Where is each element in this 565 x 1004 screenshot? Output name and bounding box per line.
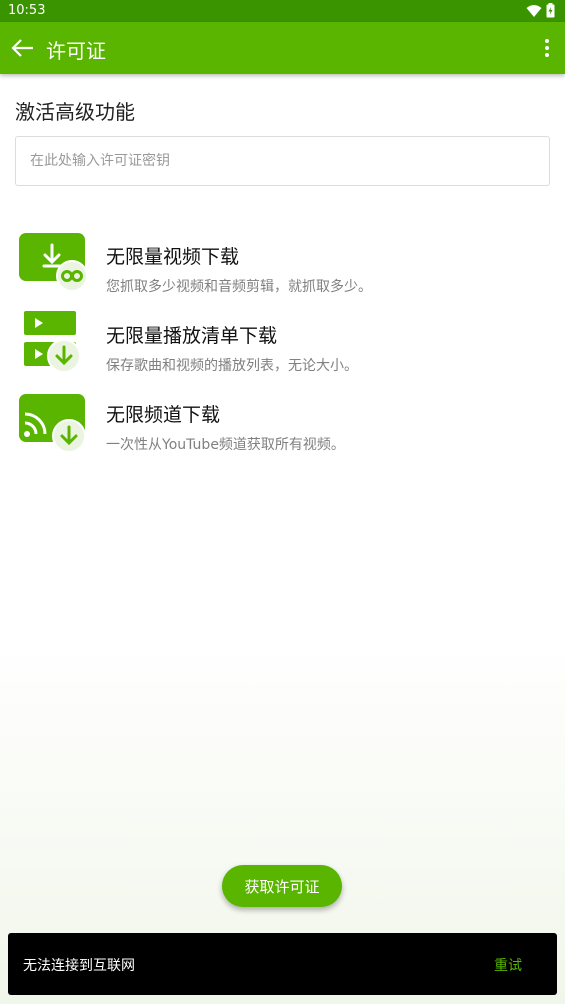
status-icons — [526, 3, 555, 18]
battery-icon — [546, 3, 555, 18]
feature-description: 您抓取多少视频和音频剪辑，就抓取多少。 — [106, 279, 372, 295]
license-key-input[interactable] — [15, 136, 550, 186]
feature-title: 无限频道下载 — [106, 404, 221, 426]
page-title: 许可证 — [46, 39, 106, 63]
playlist-download-icon — [24, 311, 81, 373]
section-title: 激活高级功能 — [15, 100, 135, 124]
channel-download-icon — [19, 394, 86, 453]
back-arrow-icon[interactable] — [10, 36, 36, 60]
feature-unlimited-channel: 无限频道下载 一次性从YouTube频道获取所有视频。 — [0, 390, 565, 460]
snackbar: 无法连接到互联网 重试 — [8, 933, 557, 995]
feature-description: 一次性从YouTube频道获取所有视频。 — [106, 437, 345, 453]
video-download-infinite-icon — [19, 233, 88, 292]
snackbar-message: 无法连接到互联网 — [23, 958, 135, 974]
more-options-icon[interactable] — [541, 36, 553, 60]
feature-description: 保存歌曲和视频的播放列表，无论大小。 — [106, 358, 358, 374]
app-bar: 许可证 — [0, 22, 565, 74]
feature-unlimited-playlist: 无限量播放清单下载 保存歌曲和视频的播放列表，无论大小。 — [0, 311, 565, 381]
wifi-icon — [526, 4, 542, 17]
status-time: 10:53 — [8, 3, 46, 18]
feature-title: 无限量视频下载 — [106, 246, 240, 268]
feature-title: 无限量播放清单下载 — [106, 325, 278, 347]
get-license-button[interactable]: 获取许可证 — [222, 865, 342, 907]
feature-unlimited-video: 无限量视频下载 您抓取多少视频和音频剪辑，就抓取多少。 — [0, 232, 565, 302]
status-bar: 10:53 — [0, 0, 565, 22]
retry-button[interactable]: 重试 — [494, 955, 522, 975]
